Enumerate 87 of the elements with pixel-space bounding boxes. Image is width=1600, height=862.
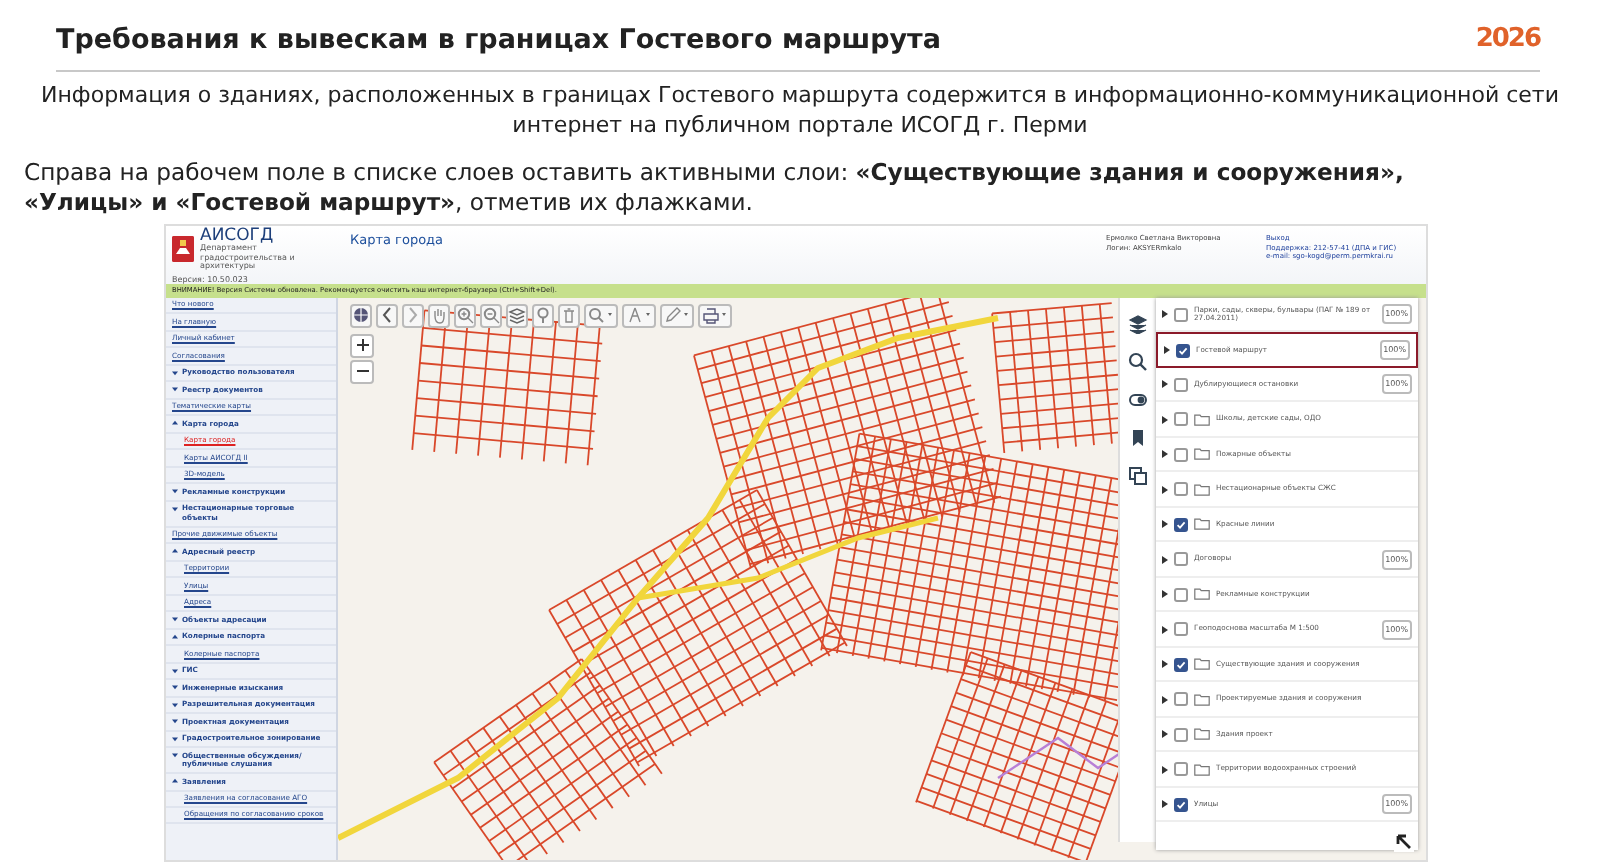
layer-checkbox[interactable] — [1174, 727, 1188, 742]
map-tool-button[interactable] — [454, 303, 476, 328]
check-icon — [1176, 659, 1186, 670]
map-tool-button[interactable] — [660, 303, 694, 328]
map-tool-button[interactable] — [532, 303, 554, 328]
caret-icon — [172, 778, 178, 785]
zoom-out-button[interactable] — [350, 359, 374, 384]
layer-checkbox[interactable] — [1174, 552, 1188, 567]
arrow-icon — [1396, 834, 1412, 850]
expand-arrow-icon — [1162, 660, 1168, 669]
expand-arrow-icon — [1162, 380, 1168, 389]
expand-arrow-icon — [1162, 765, 1168, 774]
layer-checkbox[interactable] — [1174, 692, 1188, 707]
globe-icon — [352, 306, 370, 325]
expand-arrow-icon — [1162, 695, 1168, 704]
layer-checkbox[interactable] — [1176, 343, 1190, 358]
expand-arrow-icon — [1162, 520, 1168, 529]
expand-arrow-icon — [1162, 485, 1168, 494]
layers-icon — [508, 306, 526, 325]
caret-icon — [172, 684, 178, 691]
pencil-icon — [664, 306, 690, 325]
info-paragraph: Информация о зданиях, расположенных в границах Гостевого маршрута содержится в информационно-коммуникационной сети интернет на публичном портале ИСОГД г. Перми — [40, 82, 1560, 140]
layer-checkbox[interactable] — [1174, 517, 1188, 532]
expand-arrow-icon — [1162, 800, 1168, 809]
map-tool-button[interactable] — [506, 303, 528, 328]
layer-checkbox[interactable] — [1174, 622, 1188, 637]
check-icon — [1176, 799, 1186, 810]
trash-icon — [560, 306, 578, 325]
map-tool-button[interactable] — [376, 303, 398, 328]
check-icon — [1178, 345, 1188, 356]
search-icon — [588, 306, 614, 325]
map-tool-button[interactable] — [584, 303, 618, 328]
map-tool-button[interactable] — [698, 303, 732, 328]
logo: 2026 — [1475, 22, 1540, 59]
copy-icon — [1128, 465, 1148, 486]
check-icon — [1176, 519, 1186, 530]
layer-checkbox[interactable] — [1174, 762, 1188, 777]
expand-arrow-icon — [1162, 625, 1168, 634]
caret-icon — [172, 701, 178, 708]
caret-icon — [172, 369, 178, 376]
layer-checkbox[interactable] — [1174, 797, 1188, 812]
print-icon — [702, 306, 728, 325]
caret-icon — [172, 752, 178, 759]
caret-icon — [172, 735, 178, 742]
expand-arrow-icon — [1162, 590, 1168, 599]
layer-checkbox[interactable] — [1174, 587, 1188, 602]
search-icon — [1128, 351, 1148, 372]
toggle-icon — [1128, 389, 1148, 410]
layer-checkbox[interactable] — [1174, 447, 1188, 462]
instruction-paragraph: Справа на рабочем поле в списке слоев оставить активными слои: «Существующие здания и сооружения», «Улицы» и «Гостевой маршрут», отметив их флажками. — [24, 157, 1406, 218]
layer-checkbox[interactable] — [1174, 657, 1188, 672]
expand-arrow-icon — [1162, 450, 1168, 459]
map-tool-button[interactable] — [350, 303, 372, 328]
caret-icon — [172, 633, 178, 640]
app-logo-title: АИСОГД — [200, 227, 276, 245]
expand-arrow-icon — [1162, 310, 1168, 319]
slide-title: Требования к вывескам в границах Гостевого маршрута — [56, 22, 941, 60]
expand-arrow-icon — [1162, 555, 1168, 564]
expand-arrow-icon — [1162, 730, 1168, 739]
coat-of-arms-icon — [172, 236, 194, 263]
caret-icon — [172, 386, 178, 393]
layer-checkbox[interactable] — [1174, 377, 1188, 392]
expand-arrow-icon — [1162, 415, 1168, 424]
chevron-left-icon — [378, 306, 396, 325]
map-tool-button[interactable] — [622, 303, 656, 328]
layers-icon — [1128, 313, 1148, 334]
expand-arrow-icon — [1164, 346, 1170, 355]
caret-icon — [172, 488, 178, 495]
bookmark-icon — [1128, 427, 1148, 448]
caret-icon — [172, 667, 178, 674]
chevron-right-icon — [404, 306, 422, 325]
plus-icon — [355, 337, 369, 351]
layer-checkbox[interactable] — [1174, 482, 1188, 497]
collapse-button[interactable] — [1394, 832, 1414, 852]
zoom-in-button[interactable] — [350, 333, 374, 358]
zoom-in-icon — [456, 306, 474, 325]
layer-checkbox[interactable] — [1174, 412, 1188, 427]
layer-checkbox[interactable] — [1174, 307, 1188, 322]
zoom-out-icon — [482, 306, 500, 325]
pin-icon — [534, 306, 552, 325]
caret-icon — [172, 420, 178, 427]
hand-icon — [430, 306, 448, 325]
caret-icon — [172, 616, 178, 623]
caret-icon — [172, 718, 178, 725]
map-tool-button[interactable] — [480, 303, 502, 328]
caret-icon — [172, 505, 178, 512]
caret-icon — [172, 548, 178, 555]
